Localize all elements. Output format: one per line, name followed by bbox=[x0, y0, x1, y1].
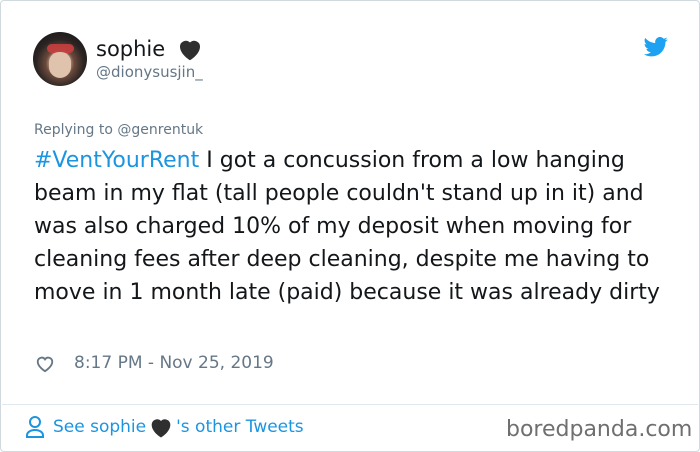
user-handle[interactable]: @dionysusjin_ bbox=[96, 63, 203, 81]
tweet-card: sophie @dionysusjin_ Replying to @genren… bbox=[0, 0, 700, 452]
heart-outline-icon[interactable] bbox=[34, 353, 56, 373]
tweet-text: #VentYourRent I got a concussion from a … bbox=[34, 144, 679, 309]
replying-to: Replying to @genrentuk bbox=[34, 122, 203, 138]
brand-watermark: boredpanda.com bbox=[506, 417, 693, 442]
timestamp-link[interactable]: 8:17 PM - Nov 25, 2019 bbox=[74, 353, 274, 373]
black-heart-icon bbox=[151, 419, 171, 438]
twitter-bird-icon[interactable] bbox=[644, 37, 668, 57]
black-heart-icon bbox=[180, 40, 201, 61]
reply-mention-link[interactable]: @genrentuk bbox=[117, 122, 203, 138]
user-name[interactable]: sophie bbox=[96, 37, 165, 61]
divider bbox=[2, 404, 698, 405]
see-prefix: See sophie bbox=[53, 417, 147, 437]
tweet-meta: 8:17 PM - Nov 25, 2019 bbox=[34, 353, 274, 373]
person-icon bbox=[26, 416, 44, 438]
user-name-row: sophie bbox=[96, 34, 205, 64]
reply-prefix: Replying to bbox=[34, 122, 118, 138]
see-suffix: 's other Tweets bbox=[176, 417, 304, 437]
avatar[interactable] bbox=[33, 32, 87, 86]
hashtag-link[interactable]: #VentYourRent bbox=[34, 148, 199, 173]
see-other-tweets-link[interactable]: See sophie 's other Tweets bbox=[25, 413, 304, 441]
